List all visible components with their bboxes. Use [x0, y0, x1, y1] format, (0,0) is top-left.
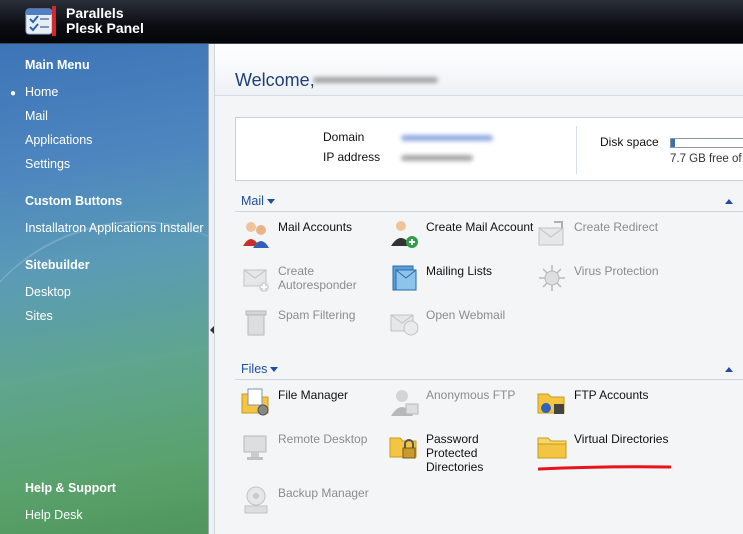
welcome-bar: Welcome, [215, 44, 743, 96]
sidebar-item-settings[interactable]: Settings [25, 157, 70, 171]
sidebar-title-help-support: Help & Support [25, 481, 116, 495]
add-user-icon [391, 221, 418, 248]
tile-backup-manager[interactable]: Backup Manager [240, 484, 388, 528]
sidebar-splitter[interactable] [208, 44, 215, 534]
disk-free-text: 7.7 GB free of [670, 153, 742, 165]
anonymous-user-icon [391, 390, 419, 416]
sidebar-item-mail[interactable]: Mail [25, 109, 48, 123]
disk-usage-fill [671, 139, 675, 147]
tile-open-webmail[interactable]: Open Webmail [388, 306, 536, 350]
backup-disk-icon [244, 486, 268, 514]
tile-anonymous-ftp[interactable]: Anonymous FTP [388, 386, 536, 430]
collapse-mail-button[interactable] [725, 199, 733, 204]
folder-icon [537, 437, 567, 459]
section-files-toggle[interactable]: Files [241, 362, 279, 376]
sidebar-item-desktop[interactable]: Desktop [25, 285, 71, 299]
redirect-envelope-icon [538, 221, 564, 246]
tile-create-redirect[interactable]: Create Redirect [536, 218, 684, 262]
tile-mail-accounts[interactable]: Mail Accounts [240, 218, 388, 262]
ip-address-label: IP address [323, 150, 381, 164]
disk-usage-bar [670, 138, 743, 148]
sidebar-title-main-menu: Main Menu [25, 58, 90, 72]
locked-folder-icon [389, 437, 417, 459]
trash-bin-icon [245, 310, 267, 336]
annotation-underline [538, 465, 671, 471]
collapse-files-button[interactable] [725, 367, 733, 372]
tile-create-autoresponder[interactable]: Create Autoresponder [240, 262, 388, 306]
tile-ftp-accounts[interactable]: FTP Accounts [536, 386, 684, 430]
plesk-logo-icon [25, 6, 56, 36]
tile-file-manager[interactable]: File Manager [240, 386, 388, 430]
file-manager-icon [241, 388, 269, 416]
tile-mailing-lists[interactable]: Mailing Lists [388, 262, 536, 306]
sidebar-item-help-desk[interactable]: Help Desk [25, 508, 83, 522]
sidebar-item-installatron[interactable]: Installatron Applications Installer [25, 221, 204, 235]
tile-remote-desktop[interactable]: Remote Desktop [240, 430, 388, 474]
domain-label: Domain [323, 130, 365, 144]
redacted-username [313, 77, 438, 83]
users-icon [243, 222, 269, 248]
tile-spam-filtering[interactable]: Spam Filtering [240, 306, 388, 350]
sidebar-title-custom-buttons: Custom Buttons [25, 194, 123, 208]
sidebar-item-home[interactable]: Home [25, 85, 58, 99]
account-info-box: Domain IP address Disk space 7.7 GB free… [235, 117, 743, 181]
section-mail-label: Mail [241, 194, 264, 208]
active-bullet-icon: ● [10, 88, 17, 99]
section-files-label: Files [241, 362, 268, 376]
top-header: Parallels Plesk Panel [0, 0, 743, 44]
chevron-down-icon [266, 199, 275, 205]
autoresponder-icon [243, 269, 269, 292]
brand-name: Parallels Plesk Panel [66, 5, 144, 36]
disk-space-label: Disk space [600, 135, 659, 149]
virus-icon [539, 265, 565, 291]
chevron-down-icon [270, 367, 279, 373]
tile-virus-protection[interactable]: Virus Protection [536, 262, 684, 306]
info-divider [576, 126, 577, 174]
remote-desktop-icon [243, 435, 267, 460]
sidebar-item-applications[interactable]: Applications [25, 133, 92, 147]
section-divider [235, 211, 743, 212]
ftp-folder-icon [537, 393, 565, 414]
sidebar-item-sites[interactable]: Sites [25, 309, 53, 323]
tile-password-protected-directories[interactable]: Password Protected Directories [388, 430, 536, 488]
webmail-icon [390, 314, 419, 336]
section-divider [235, 379, 743, 380]
sidebar: Main Menu ● Home Mail Applications Setti… [0, 44, 208, 534]
tile-create-mail-account[interactable]: Create Mail Account [388, 218, 536, 262]
page-title: Welcome, [235, 70, 315, 90]
redacted-domain [401, 135, 493, 141]
mailing-list-icon [392, 265, 417, 291]
redacted-ip [401, 155, 473, 161]
sidebar-title-sitebuilder: Sitebuilder [25, 258, 90, 272]
section-mail-toggle[interactable]: Mail [241, 194, 275, 208]
collapse-arrow-icon[interactable] [210, 326, 214, 334]
main-content: Welcome, Domain IP address Disk space 7.… [215, 44, 743, 534]
